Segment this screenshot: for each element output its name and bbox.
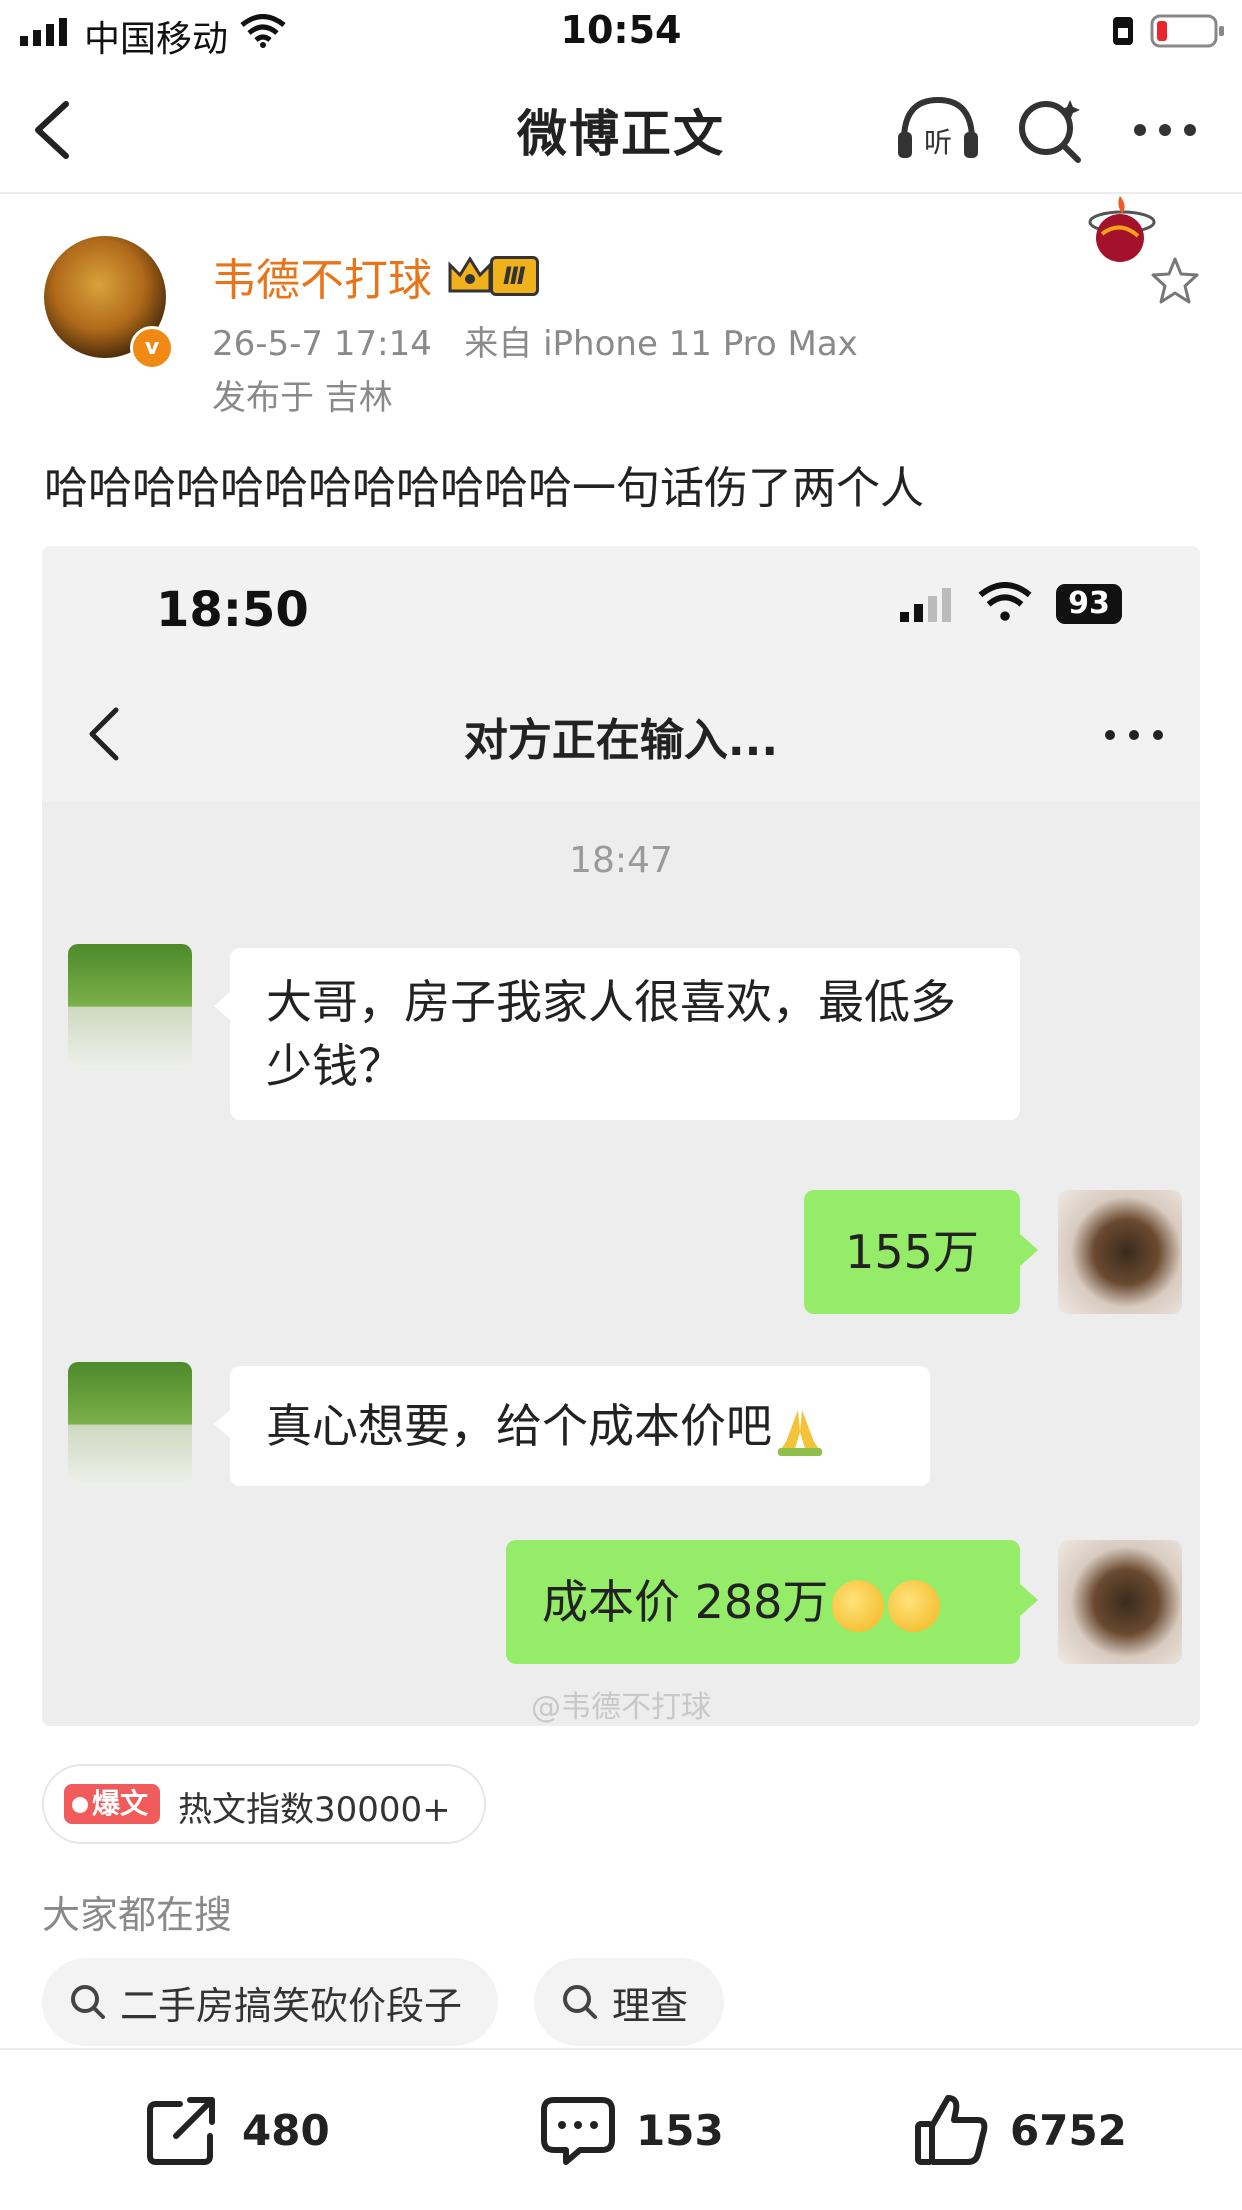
search-icon[interactable] <box>1016 96 1086 166</box>
message-bubble: 大哥，房子我家人很喜欢，最低多少钱？ <box>230 948 1020 1120</box>
message-text: 成本价 288万 <box>542 1575 829 1629</box>
post-location: 发布于 吉林 <box>212 378 393 418</box>
sender-avatar <box>68 944 192 1068</box>
more-icon[interactable] <box>1132 120 1198 140</box>
smirk-emoji-icon <box>832 1579 885 1632</box>
listen-icon[interactable]: 听 <box>896 94 980 164</box>
search-chip[interactable]: 理查 <box>534 1958 725 2046</box>
receiver-avatar <box>1058 1540 1182 1664</box>
search-chip[interactable]: 二手房搞笑砍价段子 <box>42 1958 499 2046</box>
pray-emoji-icon <box>778 1409 822 1456</box>
comment-count: 153 <box>636 2105 724 2155</box>
image-signal-icon <box>900 588 951 622</box>
message-bubble: 真心想要，给个成本价吧 <box>230 1366 930 1486</box>
post-date: 26-5-7 17:14 <box>212 324 432 364</box>
post-text: 哈哈哈哈哈哈哈哈哈哈哈哈一句话伤了两个人 <box>44 463 924 514</box>
post-meta: 26-5-7 17:14 来自 iPhone 11 Pro Max <box>212 316 858 365</box>
nav-bar: 微博正文 听 <box>0 64 1242 194</box>
like-count: 6752 <box>1010 2105 1127 2155</box>
svg-text:听: 听 <box>924 126 952 159</box>
share-button[interactable]: 480 <box>146 2050 330 2210</box>
status-bar: 中国移动 10:54 <box>0 0 1242 64</box>
receiver-avatar <box>1058 1190 1182 1314</box>
like-button[interactable]: 6752 <box>914 2050 1127 2210</box>
bubble-tail <box>1020 1234 1038 1266</box>
image-timestamp: 18:47 <box>569 840 673 881</box>
heat-logo-icon <box>1088 196 1156 262</box>
fire-icon <box>72 1797 88 1813</box>
hot-index-text: 热文指数30000+ <box>178 1790 451 1830</box>
image-clock: 18:50 <box>156 582 309 638</box>
rank-badge[interactable]: Ⅲ <box>446 255 539 297</box>
image-chat-title: 对方正在输入... <box>463 715 779 766</box>
hot-index-badge[interactable]: 爆文 热文指数30000+ <box>42 1764 486 1844</box>
favorite-star-icon[interactable] <box>1150 256 1200 306</box>
smirk-emoji-icon <box>888 1579 941 1632</box>
hot-tag: 爆文 <box>64 1784 161 1824</box>
battery-icon <box>1150 14 1224 48</box>
share-count: 480 <box>242 2105 330 2155</box>
lock-rotation-icon <box>1113 17 1133 45</box>
image-wifi-icon <box>978 582 1032 621</box>
verified-icon: v <box>130 326 174 370</box>
clock: 10:54 <box>560 8 682 52</box>
image-watermark: @韦德不打球 <box>531 1690 711 1725</box>
comment-icon <box>541 2097 615 2165</box>
image-more-icon <box>1105 730 1163 740</box>
message-bubble: 155万 <box>804 1190 1020 1314</box>
search-heading: 大家都在搜 <box>42 1893 233 1937</box>
action-bar: 480 153 6752 <box>0 2048 1242 2210</box>
bubble-tail <box>1020 1584 1038 1616</box>
author-name[interactable]: 韦德不打球 <box>212 244 432 308</box>
post-source: 来自 iPhone 11 Pro Max <box>464 324 858 364</box>
image-battery: 93 <box>1056 584 1122 624</box>
comment-button[interactable]: 153 <box>540 2050 724 2210</box>
search-icon <box>71 1985 105 2019</box>
share-icon <box>147 2097 215 2165</box>
author-row: 韦德不打球 Ⅲ <box>212 244 539 308</box>
search-icon <box>563 1985 597 2019</box>
like-icon <box>915 2095 988 2165</box>
sender-avatar <box>68 1362 192 1486</box>
message-bubble: 成本价 288万 <box>506 1540 1020 1664</box>
post-image[interactable]: 18:50 93 对方正在输入... 18:47 大哥，房子我家人很喜欢，最低多… <box>42 546 1200 1726</box>
message-text: 真心想要，给个成本价吧 <box>266 1399 772 1453</box>
crown-icon <box>448 256 492 293</box>
